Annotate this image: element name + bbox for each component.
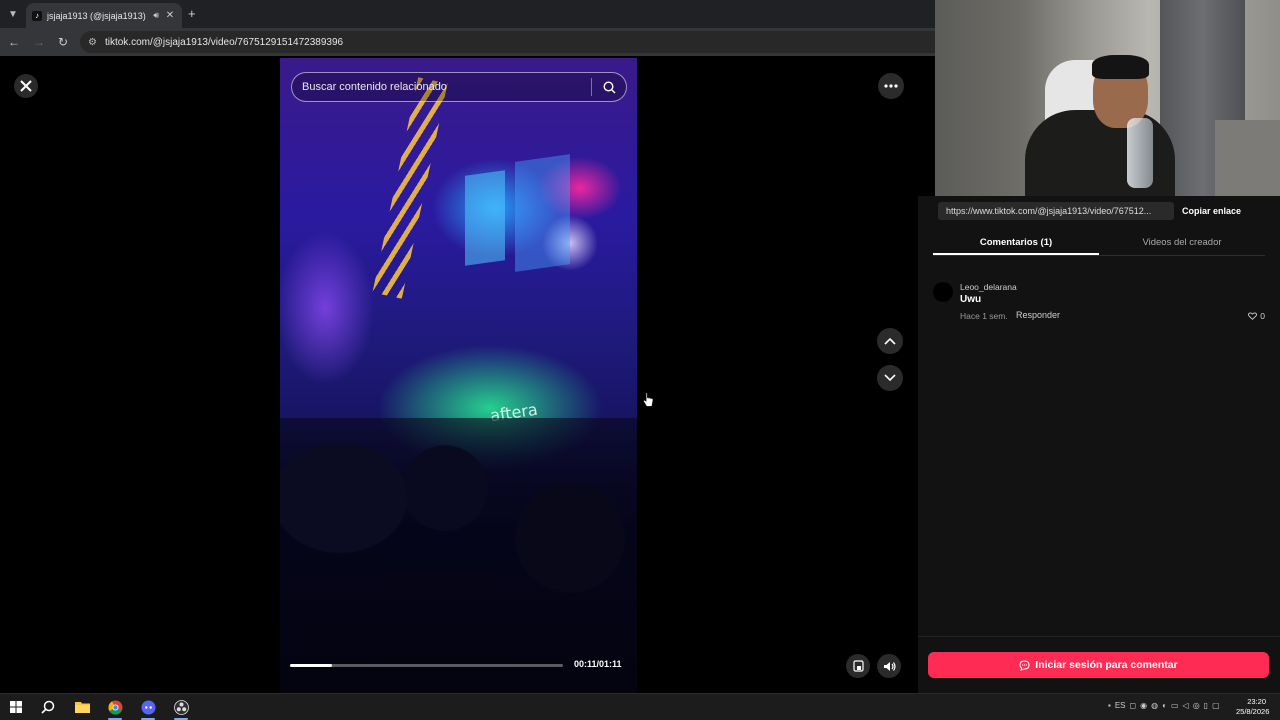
- heart-icon: [1248, 312, 1258, 320]
- webcam-overlay: [935, 0, 1280, 196]
- login-to-comment-button[interactable]: Iniciar sesión para comentar: [928, 652, 1269, 678]
- browser-toolbar: ← → ↻ ⚙ tiktok.com/@jsjaja1913/video/767…: [0, 28, 935, 56]
- notification-icon[interactable]: ▢: [1212, 701, 1220, 710]
- copy-link-button[interactable]: Copiar enlace: [1182, 206, 1241, 216]
- share-url[interactable]: https://www.tiktok.com/@jsjaja1913/video…: [938, 202, 1174, 220]
- ellipsis-icon: [884, 84, 898, 88]
- webcam-person-hair: [1092, 55, 1149, 79]
- system-tray: ▪ ES ◻ ◉ ◍ ◐ ▭ ◁ ◎ ▯ ▢: [1108, 701, 1220, 710]
- video-player[interactable]: aftera 00:11/01:11: [280, 58, 637, 693]
- comment-like-button[interactable]: 0: [1248, 311, 1265, 321]
- video-progress-bar[interactable]: [290, 664, 563, 667]
- reload-icon[interactable]: ↻: [55, 34, 71, 50]
- comment-username[interactable]: Leoo_delarana: [960, 282, 1017, 292]
- network-icon[interactable]: ▭: [1171, 701, 1179, 710]
- share-link-row: https://www.tiktok.com/@jsjaja1913/video…: [938, 202, 1263, 220]
- browser-tab[interactable]: ♪ jsjaja1913 (@jsjaja1913) | Ti 🔊︎ ✕: [26, 3, 182, 28]
- browser-tabbar: ▼ ♪ jsjaja1913 (@jsjaja1913) | Ti 🔊︎ ✕ +: [0, 0, 935, 28]
- video-viewer-page: aftera 00:11/01:11: [0, 56, 918, 693]
- more-options-button[interactable]: [878, 73, 904, 99]
- nvidia-icon[interactable]: ▪: [1108, 701, 1111, 710]
- comment-text: Uwu: [960, 294, 982, 305]
- clock-time: 23:20: [1247, 697, 1266, 706]
- speaker-icon[interactable]: 🔊︎: [153, 10, 159, 21]
- tab-close-icon[interactable]: ✕: [164, 10, 176, 21]
- picture-in-picture-button[interactable]: [846, 654, 870, 678]
- comment-timestamp: Hace 1 sem.: [960, 311, 1008, 321]
- comment-item: Leoo_delarana Uwu Hace 1 sem. Responder …: [933, 280, 1265, 325]
- clock-date: 25/8/2026: [1236, 707, 1270, 716]
- taskbar-search-icon[interactable]: [39, 698, 57, 716]
- address-url: tiktok.com/@jsjaja1913/video/76751291514…: [104, 36, 344, 48]
- hand-cursor-icon: [642, 392, 654, 407]
- previous-video-button[interactable]: [877, 328, 903, 354]
- back-arrow-icon[interactable]: ←: [6, 34, 22, 50]
- webcam-water-bottle: [1127, 118, 1153, 188]
- stage-lights: [372, 77, 448, 299]
- forward-arrow-icon[interactable]: →: [31, 34, 47, 50]
- close-icon: [20, 80, 32, 92]
- webcam-sofa: [1215, 120, 1280, 196]
- speaker-icon: [883, 661, 896, 671]
- login-button-label: Iniciar sesión para comentar: [1035, 659, 1178, 671]
- screen: ▼ ♪ jsjaja1913 (@jsjaja1913) | Ti 🔊︎ ✕ +…: [0, 0, 1280, 720]
- comment-bubble-icon: [1019, 659, 1030, 671]
- crowd-silhouettes: [280, 418, 637, 693]
- address-bar[interactable]: ⚙ tiktok.com/@jsjaja1913/video/767512915…: [80, 31, 935, 53]
- tab-list-chevron-icon[interactable]: ▼: [4, 5, 22, 23]
- volume-button[interactable]: [877, 654, 901, 678]
- comment-like-count: 0: [1260, 311, 1265, 321]
- stage-screen: [465, 170, 505, 266]
- taskbar-clock[interactable]: 23:20 25/8/2026: [1236, 697, 1270, 717]
- steam-icon[interactable]: ◍: [1151, 701, 1158, 710]
- side-panel: https://www.tiktok.com/@jsjaja1913/video…: [918, 196, 1280, 693]
- tray-app-icon[interactable]: ◻: [1130, 701, 1137, 710]
- chrome-icon[interactable]: [106, 698, 124, 716]
- tab-title: jsjaja1913 (@jsjaja1913) | Ti: [47, 10, 148, 21]
- tiktok-favicon-icon: ♪: [32, 10, 42, 21]
- discord-tray-icon[interactable]: ◐: [1162, 701, 1167, 710]
- video-progress-fill: [290, 664, 333, 667]
- discord-like-app-icon[interactable]: [139, 698, 157, 716]
- side-tabs: Comentarios (1) Videos del creador: [933, 232, 1265, 256]
- obs-icon[interactable]: [172, 698, 190, 716]
- file-explorer-icon[interactable]: [73, 698, 91, 716]
- close-viewer-button[interactable]: [14, 74, 38, 98]
- avatar[interactable]: [933, 282, 953, 302]
- comment-login-bar: Iniciar sesión para comentar: [918, 636, 1280, 693]
- reply-button[interactable]: Responder: [1016, 310, 1060, 320]
- pip-icon: [852, 660, 864, 672]
- battery-icon[interactable]: ▯: [1204, 701, 1208, 710]
- new-tab-plus-icon[interactable]: +: [188, 6, 196, 21]
- chrome-tray-icon[interactable]: ◉: [1140, 701, 1147, 710]
- stage-screen: [515, 154, 570, 272]
- wifi-icon[interactable]: ◎: [1193, 701, 1200, 710]
- volume-tray-icon[interactable]: ◁: [1183, 701, 1189, 710]
- video-time: 00:11/01:11: [574, 659, 622, 669]
- chevron-down-icon: [884, 374, 896, 382]
- tab-comments[interactable]: Comentarios (1): [933, 232, 1099, 255]
- chevron-up-icon: [884, 337, 896, 345]
- taskbar: ▪ ES ◻ ◉ ◍ ◐ ▭ ◁ ◎ ▯ ▢ 23:20 25/8/2026: [0, 693, 1280, 720]
- related-search-input[interactable]: [302, 81, 591, 93]
- site-info-icon[interactable]: ⚙: [88, 37, 97, 48]
- tab-creator-videos[interactable]: Videos del creador: [1099, 232, 1265, 255]
- next-video-button[interactable]: [877, 365, 903, 391]
- language-icon[interactable]: ES: [1115, 701, 1126, 710]
- windows-start-icon[interactable]: [7, 698, 25, 716]
- related-search-box[interactable]: [291, 72, 627, 102]
- search-icon[interactable]: [592, 80, 626, 94]
